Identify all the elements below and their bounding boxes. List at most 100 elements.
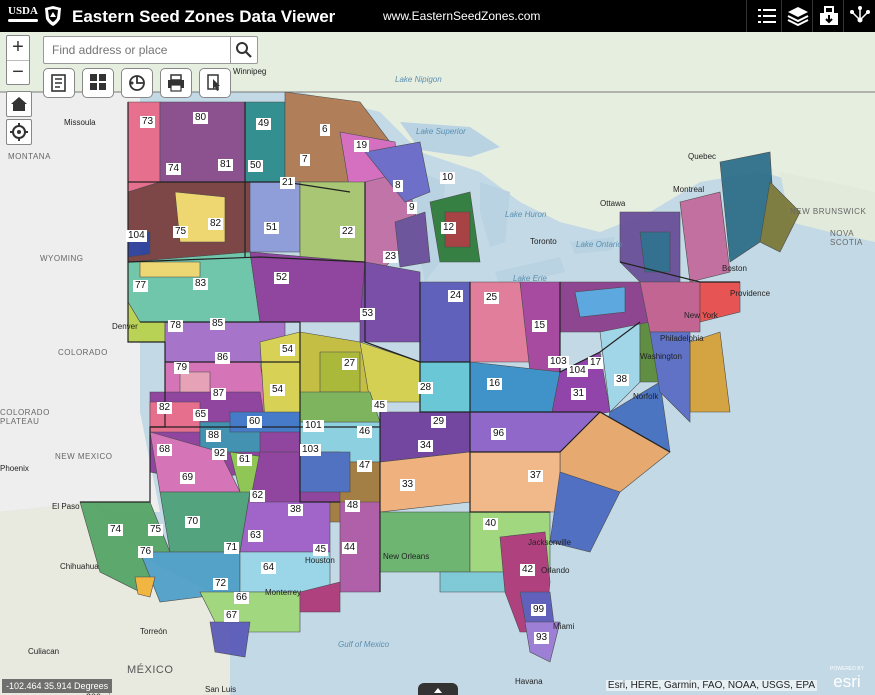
zone-label: 24 bbox=[448, 290, 464, 302]
zone-label: 37 bbox=[528, 470, 544, 482]
place-label: Culiacan bbox=[28, 647, 60, 656]
place-label: Philadelphia bbox=[660, 334, 704, 343]
place-label: MONTANA bbox=[8, 152, 51, 161]
place-label: Boston bbox=[722, 264, 747, 273]
site-url[interactable]: www.EasternSeedZones.com bbox=[383, 9, 540, 23]
zone-label: 81 bbox=[218, 159, 234, 171]
zone-label: 74 bbox=[108, 524, 124, 536]
zone-label: 40 bbox=[483, 518, 499, 530]
zone-label: 73 bbox=[140, 116, 156, 128]
zone-label: 72 bbox=[213, 578, 229, 590]
identify-button[interactable] bbox=[199, 68, 231, 98]
home-button[interactable] bbox=[6, 91, 32, 117]
legend-button[interactable] bbox=[43, 68, 75, 98]
zone-label: 76 bbox=[138, 546, 154, 558]
zone-label: 104 bbox=[567, 365, 588, 377]
search-button[interactable] bbox=[230, 37, 257, 63]
zoom-in-button[interactable]: + bbox=[7, 36, 29, 60]
zone-label: 99 bbox=[531, 604, 547, 616]
zone-label: 28 bbox=[418, 382, 434, 394]
search-input[interactable] bbox=[46, 39, 234, 61]
place-label: Orlando bbox=[541, 566, 570, 575]
zone-label: 42 bbox=[520, 564, 536, 576]
zone-label: 88 bbox=[206, 430, 222, 442]
zone-label: 54 bbox=[280, 344, 296, 356]
zone-label: 15 bbox=[532, 320, 548, 332]
locate-button[interactable] bbox=[6, 119, 32, 145]
place-label: NOVA SCOTIA bbox=[830, 229, 863, 247]
zone-label: 50 bbox=[248, 160, 264, 172]
coordinates-display: -102.464 35.914 Degrees bbox=[2, 679, 113, 693]
place-label: Toronto bbox=[530, 237, 557, 246]
zone-label: 101 bbox=[303, 420, 324, 432]
zone-label: 45 bbox=[313, 544, 329, 556]
zone-label: 64 bbox=[261, 562, 277, 574]
zone-label: 79 bbox=[174, 362, 190, 374]
usda-logo: USDA bbox=[8, 5, 38, 27]
zone-label: 85 bbox=[210, 318, 226, 330]
zoom-out-button[interactable]: − bbox=[7, 60, 29, 85]
place-label: Denver bbox=[112, 322, 138, 331]
place-label: Miami bbox=[553, 622, 575, 631]
forest-service-shield-icon bbox=[45, 6, 61, 26]
place-label: Missoula bbox=[64, 118, 96, 127]
basemap-gallery-button[interactable] bbox=[82, 68, 114, 98]
zone-label: 93 bbox=[534, 632, 550, 644]
print-export-icon[interactable] bbox=[817, 4, 841, 28]
list-icon[interactable] bbox=[755, 4, 779, 28]
zone-label: 71 bbox=[224, 542, 240, 554]
place-label: Norfolk bbox=[633, 392, 659, 401]
print-icon bbox=[168, 74, 184, 92]
zone-label: 87 bbox=[211, 388, 227, 400]
app-header: USDA Eastern Seed Zones Data Viewer www.… bbox=[0, 0, 875, 32]
zone-label: 48 bbox=[345, 500, 361, 512]
zone-label: 82 bbox=[208, 218, 224, 230]
zone-label: 52 bbox=[274, 272, 290, 284]
collapse-panel-button[interactable] bbox=[418, 683, 458, 695]
zone-label: 92 bbox=[212, 448, 228, 460]
attribution[interactable]: Esri, HERE, Garmin, FAO, NOAA, USGS, EPA bbox=[605, 680, 817, 691]
zoom-control: + − bbox=[6, 35, 30, 85]
print-button[interactable] bbox=[160, 68, 192, 98]
place-label: Montreal bbox=[673, 185, 705, 194]
zone-label: 78 bbox=[168, 320, 184, 332]
zone-label: 17 bbox=[588, 357, 604, 369]
zone-label: 82 bbox=[157, 402, 173, 414]
measure-button[interactable] bbox=[121, 68, 153, 98]
zone-label: 103 bbox=[548, 356, 569, 368]
zone-label: 45 bbox=[372, 400, 388, 412]
zone-label: 53 bbox=[360, 308, 376, 320]
esri-logo[interactable]: POWERED BY esri bbox=[823, 663, 871, 691]
place-label: Torreón bbox=[140, 627, 168, 636]
home-icon bbox=[11, 97, 27, 111]
zone-label: 6 bbox=[320, 124, 330, 136]
identify-icon bbox=[207, 74, 220, 91]
place-label: El Paso bbox=[52, 502, 80, 511]
zone-label: 22 bbox=[340, 226, 356, 238]
place-label: NEW MEXICO bbox=[55, 452, 113, 461]
place-label: Monterrey bbox=[265, 588, 302, 597]
zone-label: 104 bbox=[126, 230, 147, 242]
basemap-gallery-icon bbox=[90, 74, 106, 90]
zone-label: 29 bbox=[431, 416, 447, 428]
share-icon[interactable] bbox=[848, 4, 872, 28]
zone-label: 86 bbox=[215, 352, 231, 364]
place-label: Quebec bbox=[688, 152, 717, 161]
place-label: Winnipeg bbox=[233, 67, 267, 76]
place-label: COLORADO bbox=[58, 348, 108, 357]
svg-text:esri: esri bbox=[833, 672, 860, 691]
zone-label: 83 bbox=[193, 278, 209, 290]
zone-label: 10 bbox=[440, 172, 456, 184]
place-label: NEW BRUNSWICK bbox=[790, 207, 867, 216]
zone-label: 38 bbox=[288, 504, 304, 516]
zone-label: 103 bbox=[300, 444, 321, 456]
place-label: San Luis bbox=[205, 685, 237, 694]
zone-label: 44 bbox=[342, 542, 358, 554]
place-label: Jacksonville bbox=[528, 538, 572, 547]
zone-label: 67 bbox=[224, 610, 240, 622]
zone-label: 96 bbox=[491, 428, 507, 440]
layers-icon[interactable] bbox=[786, 4, 810, 28]
place-label: Chihuahua bbox=[60, 562, 99, 571]
map-view[interactable]: 73 80 49 6 19 74 81 50 7 21 8 10 9 82 51… bbox=[0, 32, 875, 695]
water-label: Lake Nipigon bbox=[395, 75, 442, 84]
